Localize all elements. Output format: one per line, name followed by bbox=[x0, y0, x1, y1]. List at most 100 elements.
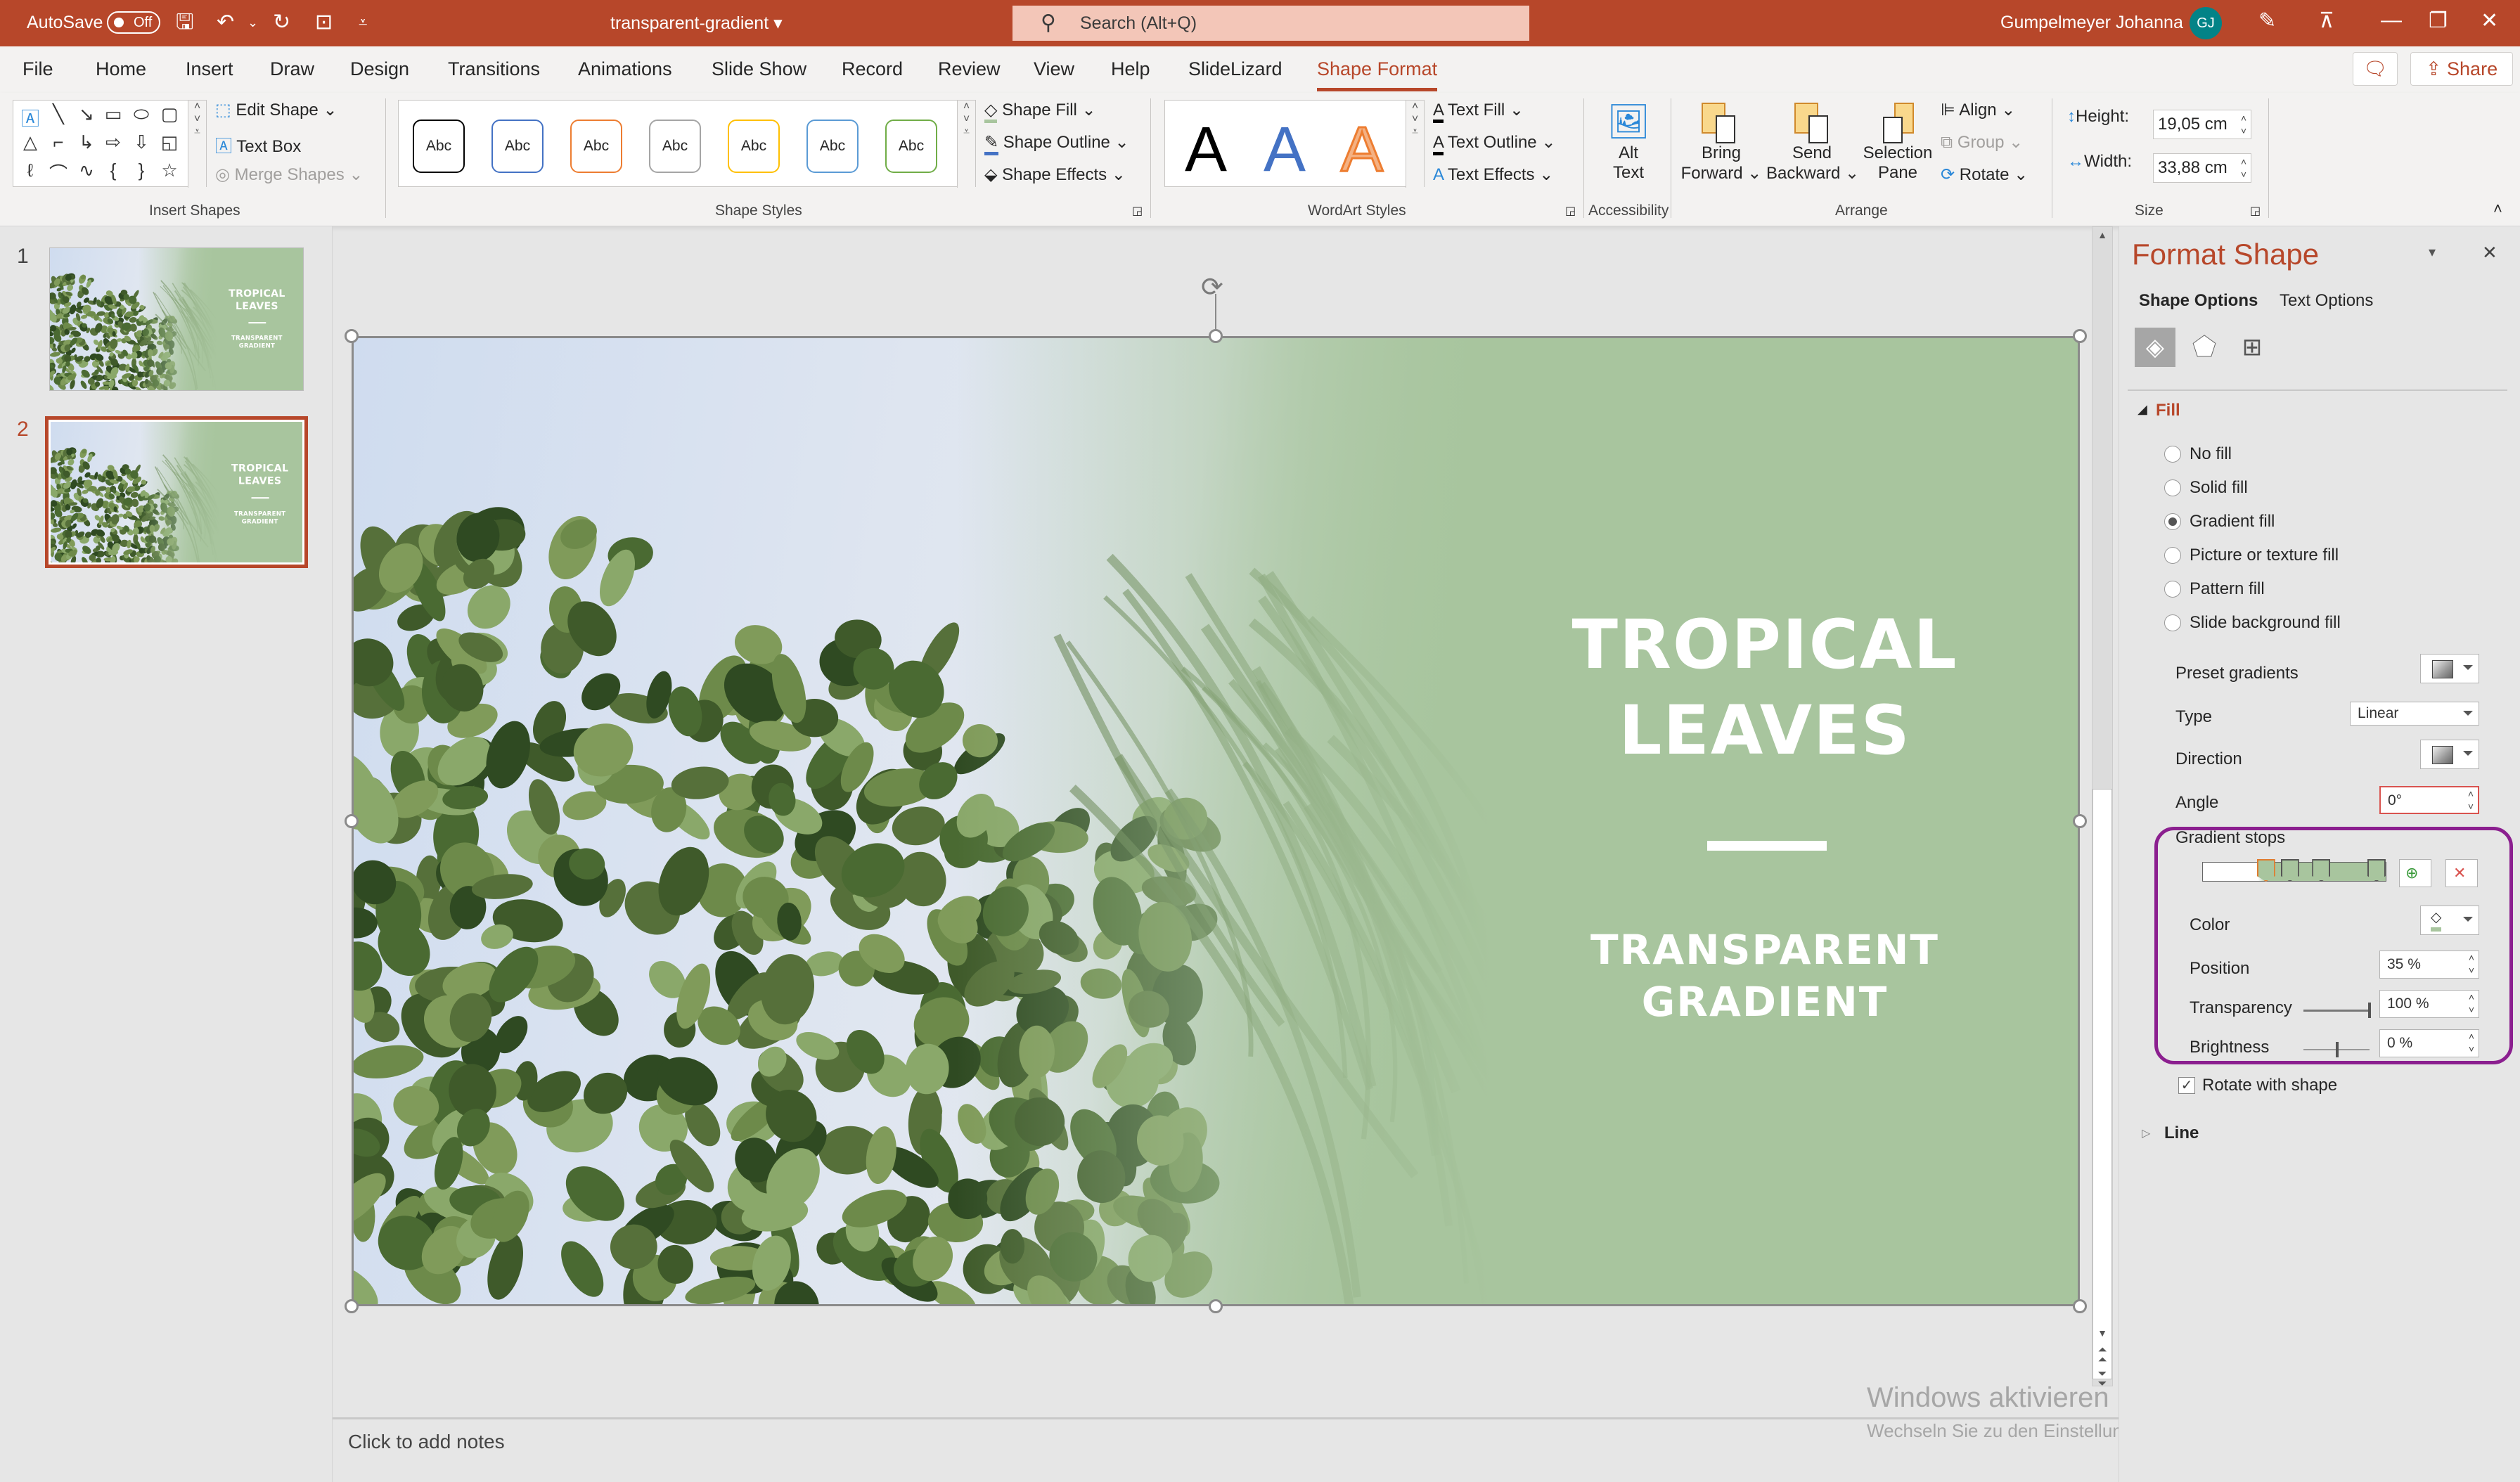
fill-option-label[interactable]: Pattern fill bbox=[2190, 579, 2265, 599]
height-spinner[interactable]: ˄ ˅ bbox=[2241, 112, 2246, 137]
slide-subtitle[interactable]: TRANSPARENT GRADIENT bbox=[221, 510, 299, 525]
fill-option-radio[interactable] bbox=[2164, 581, 2181, 598]
tab-slide-show[interactable]: Slide Show bbox=[712, 58, 806, 80]
angle-input[interactable]: 0° ˄ ˅ bbox=[2379, 786, 2479, 814]
wordart-scroll[interactable]: ˄ ˅ ⩡ bbox=[1406, 101, 1424, 188]
share-button[interactable]: ⇪ Share bbox=[2410, 52, 2513, 86]
shape-style-preset[interactable]: Abc bbox=[649, 120, 701, 173]
textbox-shape-icon[interactable]: 🄰 bbox=[18, 105, 43, 131]
close-window-icon[interactable]: ✕ bbox=[2481, 8, 2498, 33]
resize-handle[interactable] bbox=[345, 1299, 359, 1313]
arrow-line-shape-icon[interactable]: ↘ bbox=[74, 103, 99, 125]
fill-option-radio[interactable] bbox=[2164, 446, 2181, 463]
scroll-up-icon[interactable]: ▲ bbox=[2094, 229, 2111, 240]
line-shape-icon[interactable]: ╲ bbox=[46, 103, 71, 125]
fill-option-radio[interactable] bbox=[2164, 479, 2181, 496]
tab-shape-options[interactable]: Shape Options bbox=[2139, 291, 2258, 311]
rotate-with-shape-checkbox[interactable]: ✓ bbox=[2178, 1077, 2195, 1094]
restore-icon[interactable]: ❐ bbox=[2429, 8, 2448, 33]
shape-effects-button[interactable]: ⬙ Shape Effects ⌄ bbox=[984, 165, 1126, 185]
autosave-toggle[interactable]: Off bbox=[107, 11, 160, 34]
rotate-handle-icon[interactable]: ⟳ bbox=[1201, 271, 1223, 303]
customize-toolbar-icon[interactable]: ⩡ bbox=[359, 10, 367, 35]
shape-style-preset[interactable]: Abc bbox=[413, 120, 465, 173]
width-spinner[interactable]: ˄ ˅ bbox=[2241, 155, 2246, 181]
tab-view[interactable]: View bbox=[1034, 58, 1074, 80]
bring-forward-button[interactable]: Bring Forward ⌄ bbox=[1678, 101, 1765, 183]
document-title[interactable]: transparent-gradient ▾ bbox=[610, 13, 783, 34]
slide-subtitle[interactable]: TRANSPARENT GRADIENT bbox=[1505, 924, 2025, 1028]
previous-slide-icon[interactable]: ⏶ ⏶ bbox=[2094, 1345, 2111, 1366]
elbow-connector-icon[interactable]: ⌐ bbox=[46, 131, 71, 153]
brightness-slider-thumb[interactable] bbox=[2336, 1042, 2339, 1057]
selection-pane-button[interactable]: Selection Pane bbox=[1859, 101, 1936, 183]
ribbon-display-icon[interactable]: ⊼ bbox=[2319, 8, 2334, 33]
fill-line-category-icon[interactable]: ◈ bbox=[2135, 328, 2175, 367]
brightness-input[interactable]: 0 % ˄ ˅ bbox=[2379, 1029, 2479, 1057]
wordart-preset[interactable]: A bbox=[1264, 115, 1306, 185]
resize-handle[interactable] bbox=[345, 329, 359, 343]
shape-style-preset[interactable]: Abc bbox=[570, 120, 622, 173]
shape-style-preset[interactable]: Abc bbox=[806, 120, 859, 173]
transparency-slider-thumb[interactable] bbox=[2368, 1003, 2371, 1018]
alt-text-button[interactable]: 🖼 Alt Text bbox=[1602, 101, 1655, 183]
shape-outline-button[interactable]: ✎ Shape Outline ⌄ bbox=[984, 132, 1129, 155]
slide-thumbnail-1[interactable]: TROPICAL LEAVES TRANSPARENT GRADIENT bbox=[49, 247, 304, 391]
transparency-spinner[interactable]: ˄ ˅ bbox=[2469, 991, 2474, 1016]
avatar[interactable]: GJ bbox=[2190, 7, 2222, 39]
left-brace-shape-icon[interactable]: { bbox=[101, 160, 126, 181]
scroll-thumb[interactable] bbox=[2092, 789, 2112, 1379]
oval-shape-icon[interactable]: ⬭ bbox=[129, 103, 154, 126]
undo-dropdown-icon[interactable]: ⌄ bbox=[248, 10, 258, 35]
undo-icon[interactable]: ↶ bbox=[217, 10, 234, 35]
tab-draw[interactable]: Draw bbox=[270, 58, 314, 80]
scroll-down-icon[interactable]: ▼ bbox=[2094, 1327, 2111, 1339]
tab-file[interactable]: File bbox=[22, 58, 53, 80]
notes-pane[interactable]: Click to add notes bbox=[333, 1417, 2119, 1482]
shapes-gallery-scroll[interactable]: ˄ ˅ ⩡ bbox=[188, 101, 206, 188]
fill-option-radio[interactable] bbox=[2164, 614, 2181, 631]
triangle-shape-icon[interactable]: △ bbox=[18, 131, 43, 153]
send-backward-button[interactable]: Send Backward ⌄ bbox=[1766, 101, 1859, 183]
curve-shape-icon[interactable]: ∿ bbox=[74, 160, 99, 181]
redo-icon[interactable]: ↻ bbox=[273, 10, 290, 35]
tab-transitions[interactable]: Transitions bbox=[448, 58, 540, 80]
align-button[interactable]: ⊫ Align ⌄ bbox=[1941, 100, 2015, 120]
fill-section-header[interactable]: Fill bbox=[2156, 401, 2180, 420]
wordart-preset[interactable]: A bbox=[1185, 115, 1227, 185]
rounded-rect-shape-icon[interactable]: ▢ bbox=[157, 103, 182, 125]
fill-collapse-icon[interactable]: ◢ bbox=[2138, 402, 2147, 417]
fill-option-label[interactable]: Slide background fill bbox=[2190, 613, 2341, 633]
fill-option-label[interactable]: Solid fill bbox=[2190, 478, 2248, 498]
resize-handle[interactable] bbox=[1209, 1299, 1223, 1313]
text-effects-button[interactable]: A Text Effects ⌄ bbox=[1433, 165, 1553, 185]
shape-styles-scroll[interactable]: ˄ ˅ ⩡ bbox=[957, 101, 975, 188]
resize-handle[interactable] bbox=[2073, 329, 2087, 343]
text-outline-button[interactable]: A Text Outline ⌄ bbox=[1433, 132, 1555, 155]
thumbnail-slide-content[interactable]: TROPICAL LEAVES TRANSPARENT GRADIENT bbox=[50, 248, 303, 390]
gradient-overlay-shape[interactable] bbox=[50, 248, 303, 390]
transparency-input[interactable]: 100 % ˄ ˅ bbox=[2379, 990, 2479, 1018]
vertical-scrollbar[interactable]: ▲ ▼ ⏶ ⏶ ⏷ ⏷ bbox=[2092, 226, 2113, 1390]
text-fill-button[interactable]: A Text Fill ⌄ bbox=[1433, 100, 1524, 123]
notes-placeholder[interactable]: Click to add notes bbox=[348, 1431, 505, 1453]
shape-style-preset[interactable]: Abc bbox=[491, 120, 544, 173]
resize-handle[interactable] bbox=[345, 814, 359, 828]
arc-shape-icon[interactable]: ⌒ bbox=[46, 160, 71, 186]
slide-canvas[interactable]: TROPICAL LEAVES TRANSPARENT GRADIENT bbox=[352, 336, 2080, 1306]
fill-option-radio[interactable] bbox=[2164, 547, 2181, 564]
save-icon[interactable]: 🖫 bbox=[176, 10, 194, 35]
direction-dropdown[interactable] bbox=[2420, 740, 2479, 769]
add-gradient-stop-button[interactable]: ⊕ bbox=[2399, 859, 2431, 887]
tab-animations[interactable]: Animations bbox=[578, 58, 672, 80]
scribble-shape-icon[interactable]: ℓ bbox=[18, 160, 43, 181]
collapse-ribbon-icon[interactable]: ˄ bbox=[2493, 200, 2502, 218]
remove-gradient-stop-button[interactable]: ✕ bbox=[2445, 859, 2478, 887]
slide-title[interactable]: TROPICAL LEAVES bbox=[221, 461, 299, 487]
slide-title[interactable]: TROPICAL LEAVES bbox=[219, 287, 295, 312]
fill-option-label[interactable]: Gradient fill bbox=[2190, 512, 2275, 531]
width-input[interactable]: 33,88 cm ˄ ˅ bbox=[2153, 153, 2251, 183]
slide-subtitle[interactable]: TRANSPARENT GRADIENT bbox=[219, 334, 295, 349]
right-arrow-shape-icon[interactable]: ⇨ bbox=[101, 131, 126, 153]
shape-style-preset[interactable]: Abc bbox=[885, 120, 937, 173]
